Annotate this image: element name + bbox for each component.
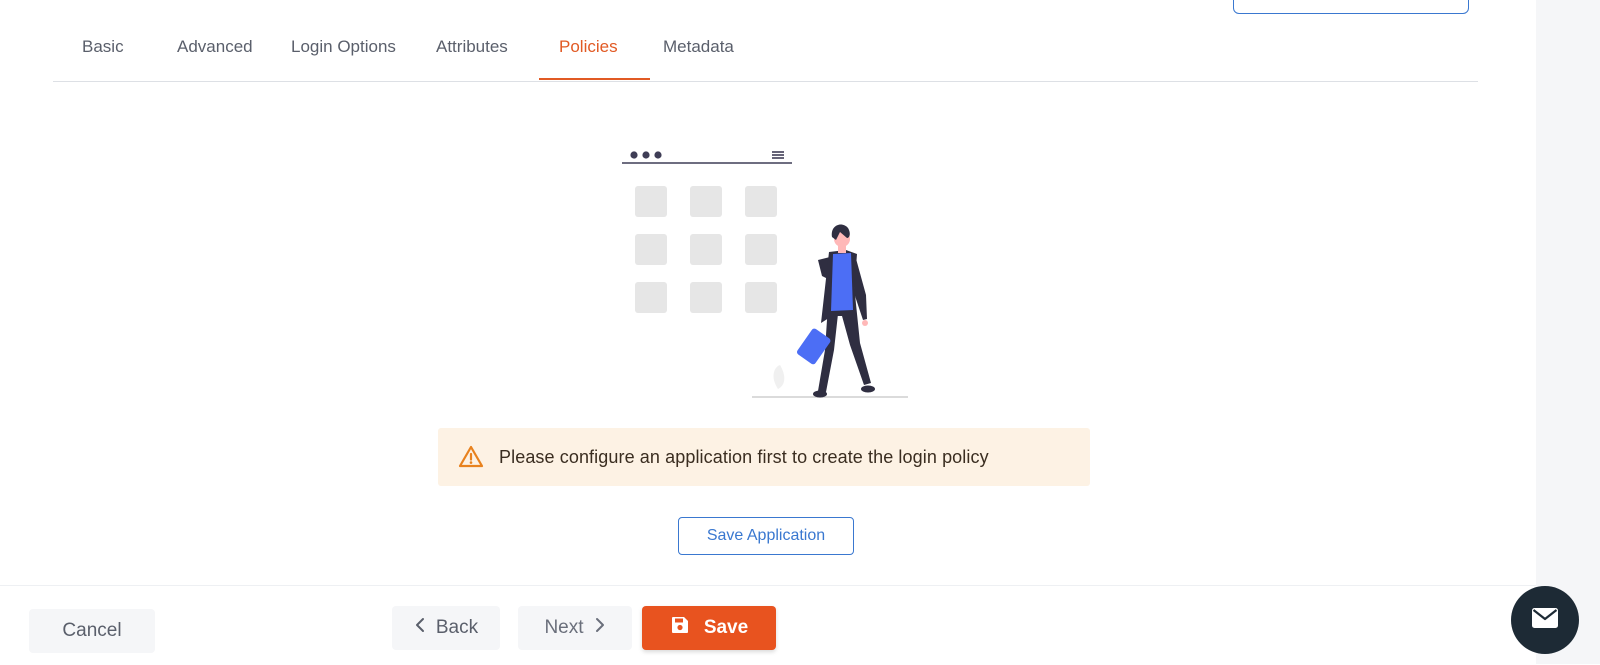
next-button[interactable]: Next [518, 606, 632, 650]
alert-message: Please configure an application first to… [499, 446, 989, 467]
configuration-warning-alert: Please configure an application first to… [438, 428, 1090, 486]
next-label: Next [544, 617, 584, 638]
tab-attributes[interactable]: Attributes [436, 28, 508, 80]
back-label: Back [435, 617, 479, 638]
cancel-button[interactable]: Cancel [29, 609, 155, 653]
tab-login-options[interactable]: Login Options [291, 28, 396, 80]
save-application-button[interactable]: Save Application [678, 517, 854, 555]
top-action-button[interactable] [1233, 0, 1469, 14]
warning-icon [458, 444, 484, 470]
right-side-panel [1536, 0, 1600, 664]
chevron-left-icon [414, 617, 426, 639]
save-label: Save [703, 617, 749, 638]
mail-icon [1531, 607, 1559, 634]
empty-state-illustration [620, 145, 910, 400]
back-button[interactable]: Back [392, 606, 500, 650]
tab-bar: Basic Advanced Login Options Attributes … [53, 28, 1478, 82]
footer-bar: Cancel Back Next Save [0, 585, 1536, 665]
tab-policies[interactable]: Policies [559, 28, 618, 80]
save-button[interactable]: Save [642, 606, 776, 650]
chat-button[interactable] [1511, 586, 1579, 654]
chevron-right-icon [594, 617, 606, 639]
active-tab-indicator [539, 78, 650, 80]
tab-basic[interactable]: Basic [82, 28, 124, 80]
floppy-disk-icon [670, 615, 690, 641]
tab-metadata[interactable]: Metadata [663, 28, 734, 80]
cancel-label: Cancel [62, 620, 122, 641]
tab-advanced[interactable]: Advanced [177, 28, 253, 80]
